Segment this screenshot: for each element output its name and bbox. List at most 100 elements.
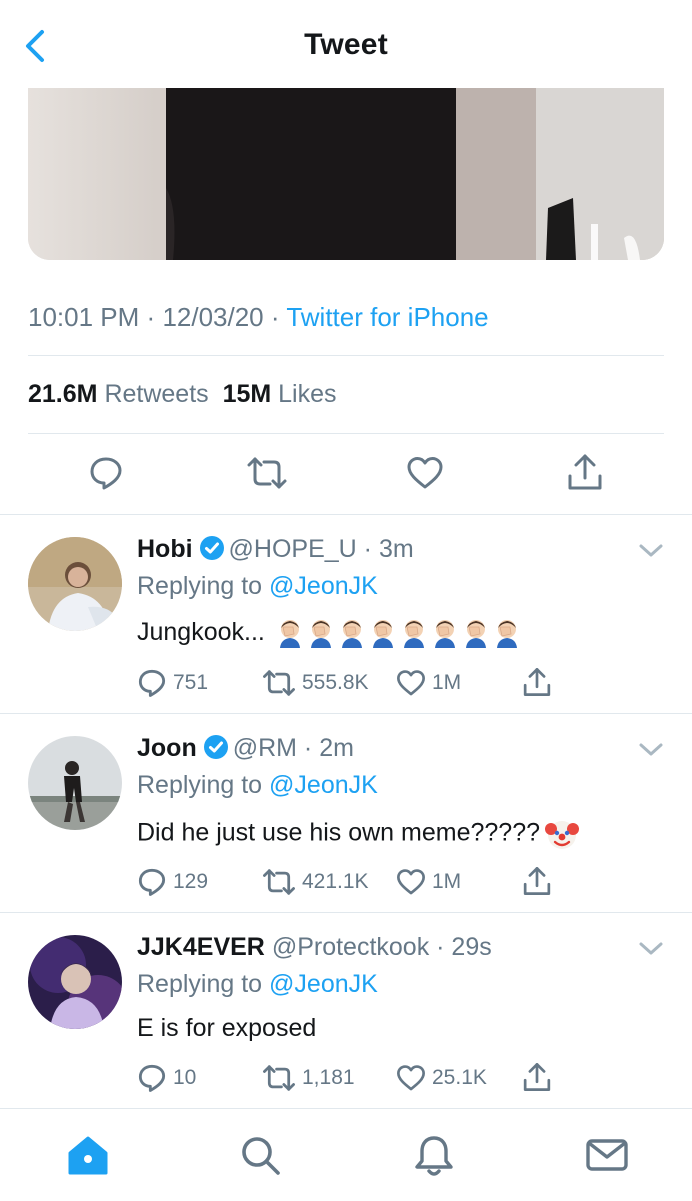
share-icon[interactable] — [522, 865, 552, 897]
share-icon[interactable] — [566, 452, 604, 492]
likes-count[interactable]: 15M — [223, 380, 272, 408]
facepalm-emoji — [341, 620, 362, 649]
retweet-icon[interactable] — [262, 668, 296, 698]
reply-body: Jungkook... — [137, 618, 265, 646]
like-heart-icon[interactable] — [396, 668, 426, 698]
page-title: Tweet — [304, 28, 388, 61]
reply-icon[interactable] — [88, 455, 124, 491]
retweet-action[interactable]: 421.1K — [262, 867, 369, 897]
like-heart-icon[interactable] — [396, 867, 426, 897]
home-icon[interactable] — [66, 1133, 110, 1177]
reply-body: Did he just use his own meme????? — [137, 818, 541, 847]
tweet-time: 10:01 PM — [28, 302, 140, 332]
retweet-count: 1,181 — [302, 1066, 355, 1089]
reply-tweet[interactable]: Joon @RM · 2m Replying to @JeonJK Did he … — [0, 714, 692, 912]
retweet-count: 421.1K — [302, 870, 369, 893]
like-count: 1M — [432, 870, 462, 893]
meta-separator: · — [146, 302, 156, 332]
reply-text: Jungkook... — [137, 618, 520, 649]
replying-to-handle[interactable]: @JeonJK — [269, 771, 378, 799]
reply-icon[interactable] — [137, 867, 167, 897]
replying-to: Replying to @JeonJK — [137, 771, 378, 800]
facepalm-emoji — [279, 620, 300, 649]
share-icon[interactable] — [522, 1061, 552, 1093]
handle[interactable]: @Protectkook — [272, 933, 429, 961]
reply-text: Did he just use his own meme????? — [137, 817, 580, 851]
facepalm-emoji — [372, 620, 393, 649]
share-icon[interactable] — [522, 666, 552, 698]
avatar[interactable] — [28, 736, 122, 830]
facepalm-emoji — [434, 620, 455, 649]
reply-count: 10 — [173, 1066, 197, 1089]
retweet-icon[interactable] — [246, 455, 288, 491]
like-action[interactable]: 25.1K — [396, 1063, 487, 1093]
retweet-count: 555.8K — [302, 671, 369, 694]
like-heart-icon[interactable] — [406, 455, 444, 491]
verified-badge-icon — [199, 536, 224, 560]
like-action[interactable]: 1M — [396, 867, 461, 897]
retweets-count[interactable]: 21.6M — [28, 380, 97, 408]
retweet-icon[interactable] — [262, 867, 296, 897]
like-count: 1M — [432, 671, 462, 694]
reply-header: Hobi @HOPE_U · 3m — [137, 535, 414, 563]
display-name[interactable]: Hobi — [137, 535, 193, 563]
reply-header: JJK4EVER @Protectkook · 29s — [137, 933, 492, 961]
chevron-down-icon[interactable] — [638, 941, 664, 957]
reply-icon[interactable] — [137, 1063, 167, 1093]
reply-tweet[interactable]: JJK4EVER @Protectkook · 29s Replying to … — [0, 913, 692, 1111]
notifications-icon[interactable] — [412, 1133, 456, 1179]
replying-to-label: Replying to — [137, 970, 263, 998]
replying-to-handle[interactable]: @JeonJK — [269, 572, 378, 600]
likes-label[interactable]: Likes — [278, 380, 336, 408]
divider — [28, 355, 664, 356]
reply-action[interactable]: 129 — [137, 867, 208, 897]
divider — [28, 433, 664, 434]
verified-badge-icon — [203, 735, 228, 759]
facepalm-emoji — [496, 620, 517, 649]
facepalm-emoji — [403, 620, 424, 649]
reply-text: E is for exposed — [137, 1014, 316, 1043]
reply-time: 2m — [319, 734, 354, 762]
like-action[interactable]: 1M — [396, 668, 461, 698]
reply-icon[interactable] — [137, 668, 167, 698]
media-picture — [28, 88, 664, 260]
retweets-label[interactable]: Retweets — [104, 380, 208, 408]
chevron-down-icon[interactable] — [638, 543, 664, 559]
meta-separator: · — [270, 302, 280, 332]
nav-header: Tweet — [0, 0, 692, 88]
avatar[interactable] — [28, 935, 122, 1029]
reply-header: Joon @RM · 2m — [137, 734, 354, 762]
avatar[interactable] — [28, 537, 122, 631]
reply-body: E is for exposed — [137, 1014, 317, 1042]
replying-to-label: Replying to — [137, 771, 263, 799]
reply-count: 751 — [173, 671, 209, 694]
handle[interactable]: @HOPE_U — [229, 535, 357, 563]
replying-to: Replying to @JeonJK — [137, 970, 378, 999]
display-name[interactable]: JJK4EVER — [137, 933, 265, 961]
messages-icon[interactable] — [584, 1133, 630, 1177]
tab-bar — [0, 1108, 692, 1201]
display-name[interactable]: Joon — [137, 734, 197, 762]
tweet-media-image[interactable] — [28, 88, 664, 260]
retweet-icon[interactable] — [262, 1063, 296, 1093]
replying-to-handle[interactable]: @JeonJK — [269, 970, 378, 998]
clown-emoji — [545, 821, 580, 849]
reply-time: 29s — [451, 933, 492, 961]
reply-action[interactable]: 751 — [137, 668, 208, 698]
tweet-client-link[interactable]: Twitter for iPhone — [286, 302, 488, 332]
like-heart-icon[interactable] — [396, 1063, 426, 1093]
like-count: 25.1K — [432, 1066, 487, 1089]
search-icon[interactable] — [238, 1133, 282, 1177]
facepalm-emoji — [310, 620, 331, 649]
retweet-action[interactable]: 1,181 — [262, 1063, 355, 1093]
reply-action[interactable]: 10 — [137, 1063, 196, 1093]
facepalm-emoji — [465, 620, 486, 649]
retweet-action[interactable]: 555.8K — [262, 668, 369, 698]
reply-tweet[interactable]: Hobi @HOPE_U · 3m Replying to @JeonJK Jun… — [0, 515, 692, 713]
replying-to-label: Replying to — [137, 572, 263, 600]
tweet-stats: 21.6M Retweets 15M Likes — [28, 380, 337, 409]
handle[interactable]: @RM — [233, 734, 297, 762]
replying-to: Replying to @JeonJK — [137, 572, 378, 601]
chevron-down-icon[interactable] — [638, 742, 664, 758]
facepalm-emoji-group — [272, 618, 520, 649]
